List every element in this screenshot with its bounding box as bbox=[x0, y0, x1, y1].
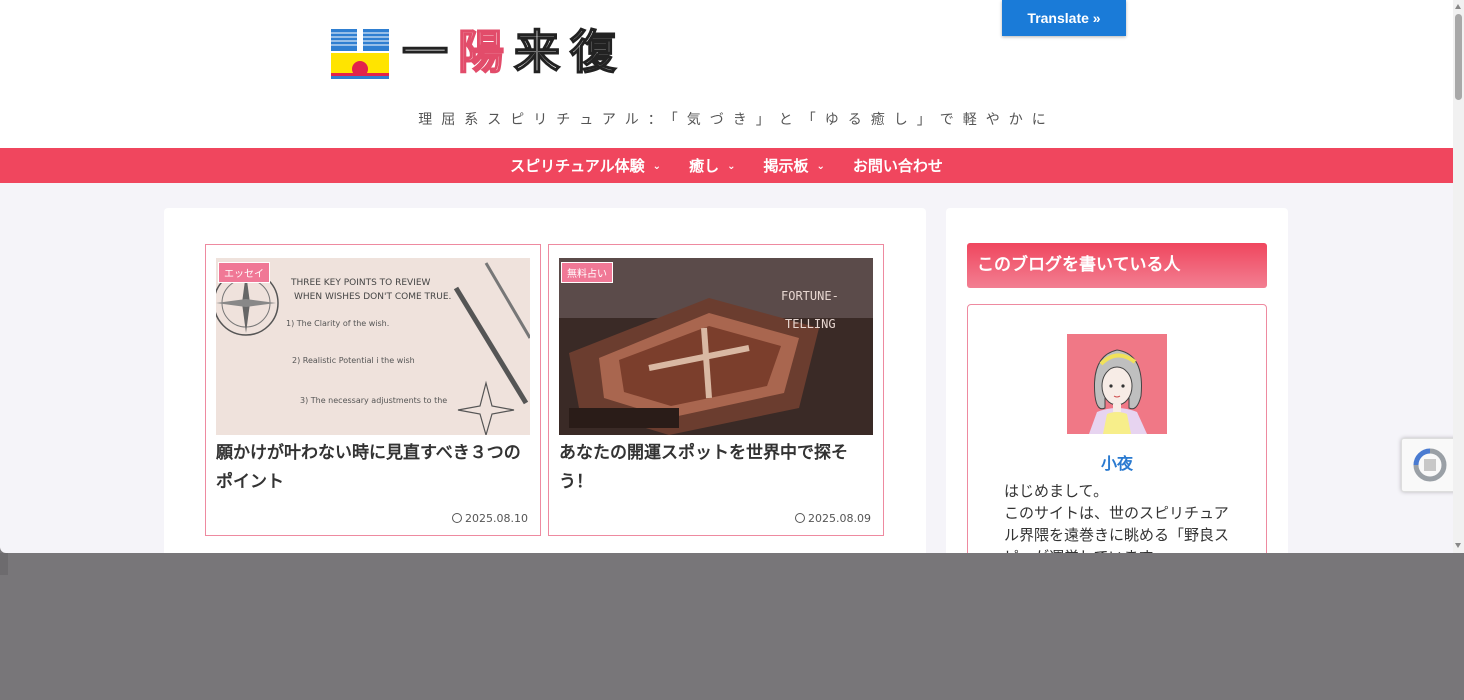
post-date-text: 2025.08.10 bbox=[465, 512, 528, 525]
scrollbar-thumb[interactable] bbox=[1455, 14, 1462, 100]
site-title[interactable]: 一陽来復 bbox=[401, 23, 626, 81]
widget-title: このブログを書いている人 bbox=[967, 243, 1267, 288]
clock-icon bbox=[795, 513, 806, 523]
logo-icon[interactable] bbox=[330, 27, 390, 81]
post-date: 2025.08.09 bbox=[795, 512, 871, 525]
thumb-text: TELLING bbox=[785, 317, 836, 331]
profile-bio: はじめまして。 このサイトは、世のスピリチュアル界隈を遠巻きに眺める「野良スピ」… bbox=[1004, 480, 1236, 553]
category-badge[interactable]: 無料占い bbox=[561, 262, 613, 283]
page-scrollbar[interactable] bbox=[1453, 0, 1464, 553]
browser-viewport: 一陽来復 理屈系スピリチュアル：「気づき」と「ゆる癒し」で軽やかに Transl… bbox=[0, 0, 1453, 553]
avatar bbox=[1067, 334, 1167, 434]
nav-item-healing[interactable]: 癒し ⌄ bbox=[689, 155, 735, 176]
post-date-text: 2025.08.09 bbox=[808, 512, 871, 525]
overlay-edge bbox=[0, 553, 8, 575]
scroll-down-icon[interactable] bbox=[1455, 543, 1461, 548]
bio-line: このサイトは、世のスピリチュアル界隈を遠巻きに眺める「野良スピ」が運営しています… bbox=[1004, 504, 1230, 553]
thumb-text: 2) Realistic Potential i the wish bbox=[292, 356, 415, 365]
thumb-text: FORTUNE- bbox=[781, 289, 839, 303]
logo-char-3: 来 bbox=[513, 24, 570, 80]
nav-item-bulletin-board[interactable]: 掲示板 ⌄ bbox=[763, 155, 824, 176]
main-nav: スピリチュアル体験 ⌄ 癒し ⌄ 掲示板 ⌄ お問い合わせ bbox=[0, 148, 1453, 183]
site-tagline: 理屈系スピリチュアル：「気づき」と「ゆる癒し」で軽やかに bbox=[418, 112, 1055, 128]
nav-item-spiritual-experience[interactable]: スピリチュアル体験 ⌄ bbox=[510, 155, 661, 176]
post-title[interactable]: 願かけが叶わない時に見直すべき３つのポイント bbox=[216, 439, 532, 497]
thumb-text: 3) The necessary adjustments to the bbox=[300, 396, 447, 405]
nav-item-label: 掲示板 bbox=[763, 157, 809, 175]
chevron-down-icon: ⌄ bbox=[816, 161, 825, 172]
scroll-up-icon[interactable] bbox=[1455, 4, 1461, 9]
category-badge[interactable]: エッセイ bbox=[218, 262, 270, 283]
post-thumbnail[interactable]: THREE KEY POINTS TO REVIEW WHEN WISHES D… bbox=[216, 258, 530, 435]
logo-char-1: 一 bbox=[401, 24, 458, 80]
post-title[interactable]: あなたの開運スポットを世界中で探そう！ bbox=[559, 439, 875, 497]
nav-item-contact[interactable]: お問い合わせ bbox=[853, 155, 943, 176]
chevron-down-icon: ⌄ bbox=[727, 161, 736, 172]
logo-char-2: 陽 bbox=[457, 24, 514, 80]
profile-name[interactable]: 小夜 bbox=[967, 450, 1267, 474]
clock-icon bbox=[452, 513, 463, 523]
chevron-down-icon: ⌄ bbox=[652, 161, 662, 172]
translate-button[interactable]: Translate » bbox=[1002, 0, 1126, 36]
recaptcha-badge[interactable] bbox=[1401, 438, 1453, 492]
nav-item-label: 癒し bbox=[689, 157, 720, 175]
post-thumbnail[interactable]: FORTUNE- TELLING bbox=[559, 258, 873, 435]
nav-item-label: お問い合わせ bbox=[852, 157, 943, 175]
logo-char-4: 復 bbox=[569, 24, 626, 80]
thumb-text: THREE KEY POINTS TO REVIEW bbox=[290, 278, 431, 288]
thumb-text: 1) The Clarity of the wish. bbox=[286, 319, 389, 328]
thumb-text: WHEN WISHES DON'T COME TRUE. bbox=[294, 292, 451, 302]
post-card[interactable]: FORTUNE- TELLING 無料占い あなたの開運スポットを世界中で探そう… bbox=[548, 244, 884, 536]
nav-item-label: スピリチュアル体験 bbox=[510, 157, 645, 175]
post-date: 2025.08.10 bbox=[452, 512, 528, 525]
recaptcha-icon bbox=[1413, 448, 1447, 482]
post-card[interactable]: THREE KEY POINTS TO REVIEW WHEN WISHES D… bbox=[205, 244, 541, 536]
bio-line: はじめまして。 bbox=[1004, 482, 1109, 500]
